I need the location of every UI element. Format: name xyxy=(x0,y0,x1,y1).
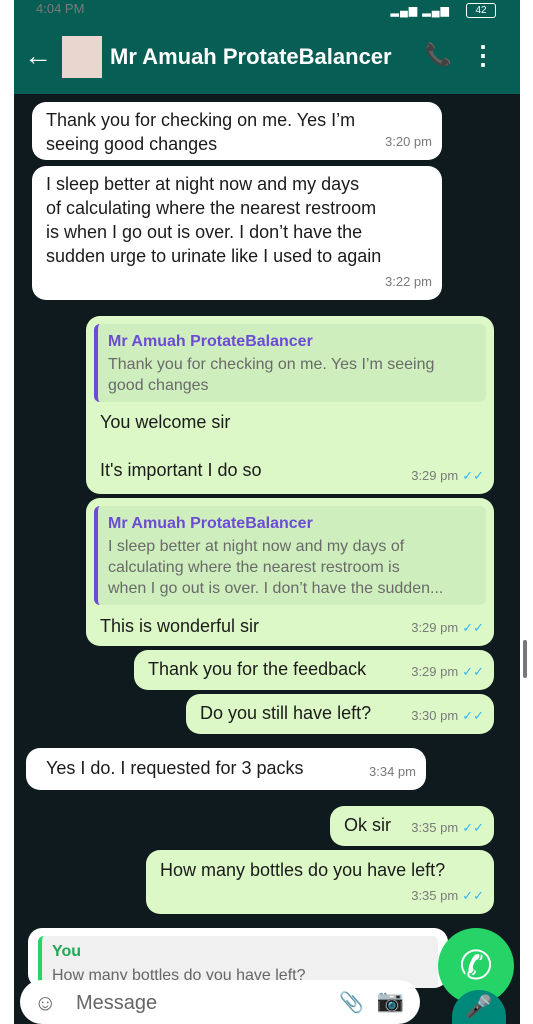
message-text: is when I go out is over. I don’t have t… xyxy=(46,222,363,242)
message-outgoing[interactable]: How many bottles do you have left? 3:35 … xyxy=(146,850,494,914)
message-list[interactable]: Thank you for checking on me. Yes I’m se… xyxy=(14,94,520,1024)
message-time: 3:29 pm ✓✓ xyxy=(411,620,484,635)
message-outgoing[interactable]: Mr Amuah ProtateBalancer Thank you for c… xyxy=(86,316,494,494)
message-text: You welcome sir xyxy=(100,412,231,432)
quoted-text: Thank you for checking on me. Yes I’m se… xyxy=(108,356,435,373)
read-ticks-icon: ✓✓ xyxy=(462,820,484,835)
message-text: I sleep better at night now and my days xyxy=(46,174,360,194)
message-input-bar[interactable]: ☺ Message 📎 📷 xyxy=(20,980,420,1024)
message-time: 3:34 pm xyxy=(369,764,416,779)
status-bar: 4:04 PM ▂▄▆ ▂▄▆ 42 xyxy=(14,0,520,22)
reply-preview[interactable]: You How many bottles do you have left? xyxy=(28,928,448,988)
signal-icon: ▂▄▆ ▂▄▆ xyxy=(390,5,450,17)
message-time: 3:30 pm ✓✓ xyxy=(411,708,484,723)
camera-icon[interactable]: 📷 xyxy=(377,988,404,1014)
message-incoming[interactable]: Yes I do. I requested for 3 packs 3:34 p… xyxy=(26,748,426,790)
avatar[interactable] xyxy=(62,36,102,78)
chat-header: ← Mr Amuah ProtateBalancer 📞 ⋮ xyxy=(14,22,520,94)
quoted-sender: Mr Amuah ProtateBalancer xyxy=(108,515,313,532)
add-call-icon[interactable]: 📞 xyxy=(425,42,452,68)
quoted-text: calculating where the nearest restroom i… xyxy=(108,559,400,576)
read-ticks-icon: ✓✓ xyxy=(462,468,484,483)
message-text: of calculating where the nearest restroo… xyxy=(46,198,377,218)
message-text xyxy=(100,434,262,458)
emoji-icon[interactable]: ☺ xyxy=(34,990,56,1016)
reply-sender: You xyxy=(52,943,82,960)
read-ticks-icon: ✓✓ xyxy=(462,620,484,635)
scrollbar[interactable] xyxy=(523,640,527,678)
message-text: Yes I do. I requested for 3 packs xyxy=(46,758,304,778)
message-input[interactable]: Message xyxy=(76,992,157,1015)
message-time: 3:35 pm ✓✓ xyxy=(411,820,484,835)
message-outgoing[interactable]: Thank you for the feedback 3:29 pm ✓✓ xyxy=(134,650,494,690)
message-outgoing[interactable]: Mr Amuah ProtateBalancer I sleep better … xyxy=(86,498,494,646)
message-text: sudden urge to urinate like I used to ag… xyxy=(46,246,382,266)
message-text: seeing good changes xyxy=(46,134,218,154)
message-outgoing[interactable]: Do you still have left? 3:30 pm ✓✓ xyxy=(186,694,494,734)
attach-icon[interactable]: 📎 xyxy=(339,990,364,1015)
message-time: 3:29 pm ✓✓ xyxy=(411,468,484,483)
quoted-text: good changes xyxy=(108,377,209,394)
message-incoming[interactable]: I sleep better at night now and my days … xyxy=(32,166,442,300)
message-text: How many bottles do you have left? xyxy=(160,860,446,880)
read-ticks-icon: ✓✓ xyxy=(462,708,484,723)
quoted-message[interactable]: Mr Amuah ProtateBalancer Thank you for c… xyxy=(94,324,486,402)
message-text: It's important I do so xyxy=(100,460,262,480)
back-arrow-icon[interactable]: ← xyxy=(24,40,52,72)
message-incoming[interactable]: Thank you for checking on me. Yes I’m se… xyxy=(32,102,442,160)
message-time: 3:22 pm xyxy=(385,274,432,289)
message-outgoing[interactable]: Ok sir 3:35 pm ✓✓ xyxy=(330,806,494,846)
quoted-text: I sleep better at night now and my days … xyxy=(108,538,405,555)
battery-icon: 42 xyxy=(466,3,496,18)
read-ticks-icon: ✓✓ xyxy=(462,664,484,679)
chat-screen: 4:04 PM ▂▄▆ ▂▄▆ 42 ← Mr Amuah ProtateBal… xyxy=(0,0,533,1024)
quoted-sender: Mr Amuah ProtateBalancer xyxy=(108,333,313,350)
more-options-icon[interactable]: ⋮ xyxy=(470,40,496,71)
read-ticks-icon: ✓✓ xyxy=(462,888,484,903)
message-time: 3:20 pm xyxy=(385,134,432,149)
message-text: This is wonderful sir xyxy=(100,616,260,636)
contact-name[interactable]: Mr Amuah ProtateBalancer xyxy=(110,44,392,70)
quoted-text: when I go out is over. I don’t have the … xyxy=(108,580,444,597)
message-time: 3:29 pm ✓✓ xyxy=(411,664,484,679)
quoted-message[interactable]: Mr Amuah ProtateBalancer I sleep better … xyxy=(94,506,486,605)
message-time: 3:35 pm ✓✓ xyxy=(411,888,484,903)
message-text: Thank you for checking on me. Yes I’m xyxy=(46,110,356,130)
